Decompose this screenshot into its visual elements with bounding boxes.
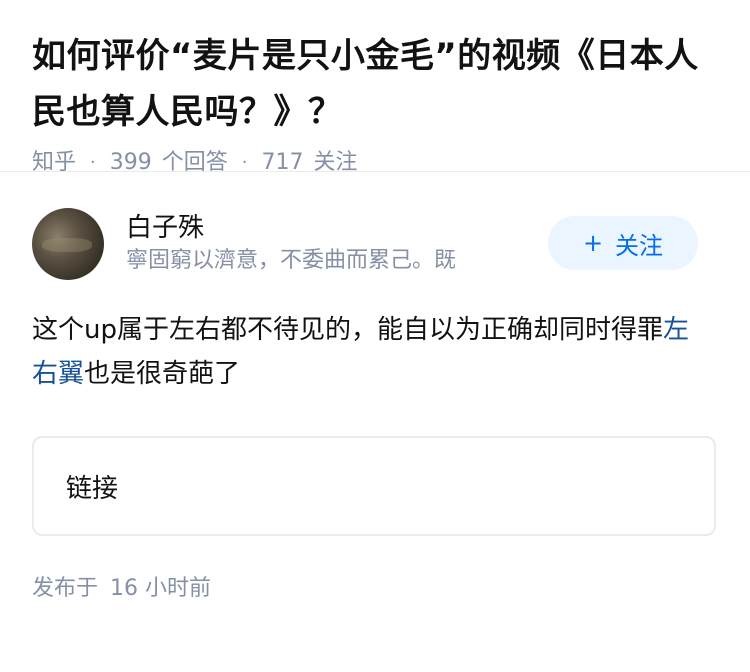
separator-dot: · xyxy=(241,152,248,173)
followers-count: 717 xyxy=(261,150,304,175)
content-text-end: 也是很奇葩了 xyxy=(84,359,241,389)
answers-label: 个回答 xyxy=(161,150,228,175)
avatar[interactable] xyxy=(32,208,104,280)
author-bio: 寧固窮以濟意，不委曲而累己。既 xyxy=(126,248,457,273)
link-card-label: 链接 xyxy=(66,473,119,504)
question-header: 如何评价“麦片是只小金毛”的视频《日本人民也算人民吗？》？ 知乎 · 399 个… xyxy=(0,0,750,175)
source-label[interactable]: 知乎 xyxy=(32,148,76,178)
publish-value: 16 小时前 xyxy=(110,576,212,601)
plus-icon: + xyxy=(582,229,604,257)
follow-button[interactable]: + 关注 xyxy=(548,216,698,270)
follow-label: 关注 xyxy=(615,231,664,260)
link-card[interactable]: 链接 xyxy=(32,436,716,536)
content-text: 这个up属于左右都不待见的，能自以为正确却同时得罪 xyxy=(32,315,663,345)
separator-dot: · xyxy=(90,152,96,173)
followers-label: 关注 xyxy=(313,150,358,175)
author-info: 白子殊 寧固窮以濟意，不委曲而累己。既 xyxy=(126,211,526,277)
answer-content: 这个up属于左右都不待见的，能自以为正确却同时得罪左右翼也是很奇葩了 xyxy=(32,308,712,396)
question-title[interactable]: 如何评价“麦片是只小金毛”的视频《日本人民也算人民吗？》？ xyxy=(32,28,718,140)
publish-prefix: 发布于 xyxy=(32,576,99,601)
answer-card: 白子殊 寧固窮以濟意，不委曲而累己。既 + 关注 这个up属于左右都不待见的，能… xyxy=(0,172,750,604)
answers-count: 399 xyxy=(109,150,152,175)
author-name[interactable]: 白子殊 xyxy=(126,211,526,245)
author-row: 白子殊 寧固窮以濟意，不委曲而累己。既 + 关注 xyxy=(32,206,718,282)
publish-time: 发布于 16 小时前 xyxy=(32,574,718,604)
